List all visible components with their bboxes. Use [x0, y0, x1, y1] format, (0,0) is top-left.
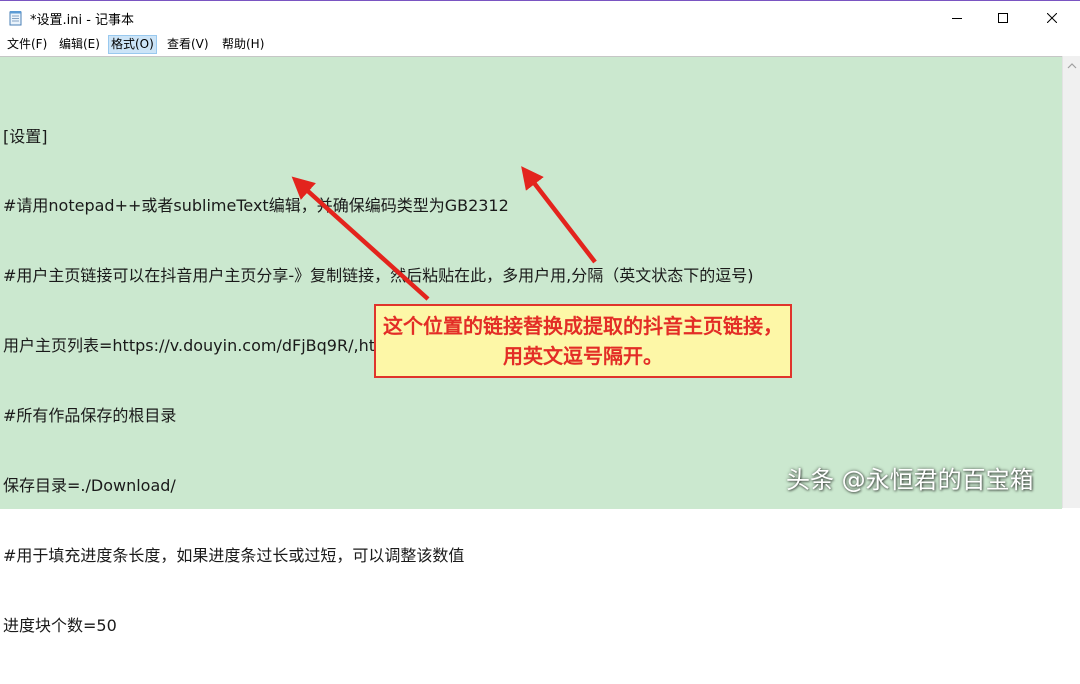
minimize-button[interactable]	[934, 1, 980, 34]
menu-help[interactable]: 帮助(H)	[222, 36, 264, 53]
editor-line-comment-root: #所有作品保存的根目录	[3, 406, 177, 426]
title-bar[interactable]: *设置.ini - 记事本	[0, 0, 1080, 35]
minimize-icon	[952, 17, 962, 19]
menu-edit[interactable]: 编辑(E)	[59, 36, 100, 53]
notepad-app-icon	[9, 11, 22, 26]
annotation-callout: 这个位置的链接替换成提取的抖音主页链接，用英文逗号隔开。	[374, 304, 792, 378]
menu-file[interactable]: 文件(F)	[7, 36, 47, 53]
close-icon	[1047, 12, 1057, 23]
editor-line-comment-progress: #用于填充进度条长度，如果进度条过长或过短，可以调整该数值	[3, 545, 465, 565]
editor-line-comment-homepage: #用户主页链接可以在抖音用户主页分享-》复制链接，然后粘贴在此，多用户用,分隔（…	[3, 266, 754, 286]
menu-bar: 文件(F) 编辑(E) 格式(O) 查看(V) 帮助(H)	[0, 34, 1080, 55]
editor-line-section: [设置]	[3, 126, 48, 146]
scroll-up-arrow-icon[interactable]	[1067, 61, 1077, 71]
maximize-button[interactable]	[980, 1, 1026, 34]
editor-content[interactable]: [设置] #请用notepad++或者sublimeText编辑，并确保编码类型…	[3, 78, 754, 684]
editor-line-save-dir: 保存目录=./Download/	[3, 476, 176, 496]
menu-view[interactable]: 查看(V)	[167, 36, 209, 53]
callout-text: 这个位置的链接替换成提取的抖音主页链接，用英文逗号隔开。	[383, 314, 783, 368]
editor-line-comment-encoding: #请用notepad++或者sublimeText编辑，并确保编码类型为GB23…	[3, 196, 509, 216]
vertical-scrollbar[interactable]	[1062, 56, 1080, 508]
notepad-window: *设置.ini - 记事本 文件(F) 编辑(E) 格式(O) 查看(V) 帮助…	[0, 0, 1080, 635]
window-title: *设置.ini - 记事本	[30, 13, 135, 28]
text-editor-area[interactable]: [设置] #请用notepad++或者sublimeText编辑，并确保编码类型…	[0, 56, 1062, 635]
menu-format[interactable]: 格式(O)	[108, 35, 157, 54]
watermark: 头条 @永恒君的百宝箱	[786, 466, 1034, 494]
maximize-icon	[998, 12, 1008, 23]
editor-line-progress-count: 进度块个数=50	[3, 615, 117, 635]
close-button[interactable]	[1029, 1, 1075, 34]
